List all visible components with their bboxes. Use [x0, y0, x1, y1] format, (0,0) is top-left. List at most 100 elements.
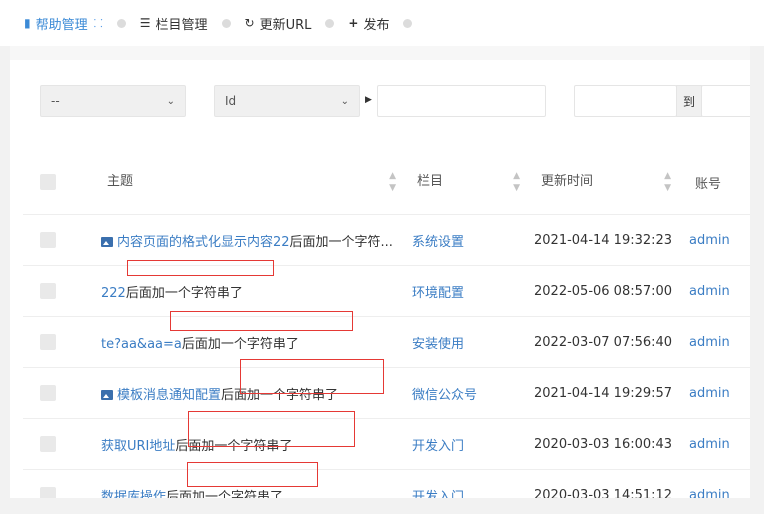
table-row: 获取URI地址后面加一个字符串了 开发入门 2020-03-03 16:00:43 a…: [23, 418, 750, 470]
article-title-link[interactable]: 获取URI地址: [101, 439, 175, 454]
refresh-icon: ↻: [244, 16, 255, 30]
table-row: te?aa&aa=a后面加一个字符串了 安装使用 2022-03-07 07:56:…: [23, 316, 750, 368]
row-category-cell: 安装使用: [410, 316, 534, 368]
category-link[interactable]: 微信公众号: [412, 388, 477, 403]
account-link[interactable]: admin: [689, 284, 730, 299]
nav-help-management[interactable]: ▮ 帮助管理 ⸬: [24, 14, 103, 33]
panel-header: [10, 46, 750, 60]
range-to-input[interactable]: [701, 85, 750, 117]
row-account-cell: admin: [685, 316, 750, 368]
select-all-checkbox[interactable]: [40, 174, 56, 190]
top-nav: ▮ 帮助管理 ⸬ ☰ 栏目管理 ↻ 更新URL + 发布: [0, 0, 764, 46]
table-header-row: 主题 ▲ ▼ 栏目 ▲ ▼ 更新时间 ▲ ▼ 账号: [23, 150, 750, 215]
category-link[interactable]: 安装使用: [412, 337, 464, 352]
table-row: 模板消息通知配置后面加一个字符串了 微信公众号 2021-04-14 19:29:5…: [23, 367, 750, 419]
select-value: Id: [225, 94, 237, 108]
account-link[interactable]: admin: [689, 437, 730, 452]
row-select-cell: [23, 418, 99, 470]
image-icon: [101, 389, 113, 400]
filter-value-input[interactable]: [377, 85, 546, 117]
account-link[interactable]: admin: [689, 233, 730, 248]
article-title-link[interactable]: te?aa&aa=a: [101, 337, 182, 352]
row-select-cell: [23, 469, 99, 498]
nav-label: 栏目管理: [155, 17, 208, 33]
nav-publish[interactable]: + 发布: [348, 14, 389, 33]
header-account[interactable]: 账号: [685, 150, 750, 215]
row-category-cell: 微信公众号: [410, 367, 534, 419]
row-checkbox[interactable]: [40, 334, 56, 350]
select-all-cell: [23, 150, 99, 215]
header-title[interactable]: 主题 ▲ ▼: [99, 150, 410, 215]
updated-time: 2020-03-03 14:51:12: [534, 487, 673, 499]
row-updated-cell: 2020-03-03 16:00:43: [534, 418, 685, 470]
article-table: 主题 ▲ ▼ 栏目 ▲ ▼ 更新时间 ▲ ▼ 账号 内容页面的格式化显示内容22…: [23, 150, 750, 498]
row-account-cell: admin: [685, 367, 750, 419]
category-link[interactable]: 开发入门: [412, 439, 464, 454]
category-link[interactable]: 环境配置: [412, 286, 464, 301]
category-link[interactable]: 系统设置: [412, 235, 464, 250]
image-icon: [101, 236, 113, 247]
row-checkbox[interactable]: [40, 436, 56, 452]
row-checkbox[interactable]: [40, 283, 56, 299]
article-title-link[interactable]: 内容页面的格式化显示内容22: [117, 235, 290, 250]
operator-triangle-icon[interactable]: ▶: [365, 95, 372, 105]
header-label: 更新时间: [541, 174, 594, 189]
article-title-link[interactable]: 数据库操作: [101, 490, 166, 499]
chevron-down-icon: ⌄: [166, 95, 175, 107]
nav-column-management[interactable]: ☰ 栏目管理: [140, 14, 208, 33]
header-category[interactable]: 栏目 ▲ ▼: [410, 150, 534, 215]
row-select-cell: [23, 265, 99, 317]
row-category-cell: 系统设置: [410, 214, 534, 266]
article-title-link[interactable]: 模板消息通知配置: [117, 388, 221, 403]
sort-icon: ▲ ▼: [389, 171, 396, 193]
category-link[interactable]: 开发入门: [412, 490, 464, 499]
updated-time: 2022-03-07 07:56:40: [534, 334, 673, 350]
highlight-box: [170, 311, 353, 331]
row-select-cell: [23, 316, 99, 368]
row-category-cell: 开发入门: [410, 469, 534, 499]
account-link[interactable]: admin: [689, 335, 730, 350]
filter-bar: -- ⌄ Id ⌄ ▶ 到: [23, 60, 750, 150]
updated-time: 2021-04-14 19:29:57: [534, 385, 673, 401]
chevron-down-icon: ⌄: [340, 95, 349, 107]
row-select-cell: [23, 367, 99, 419]
double-chevron-down-icon: ⸬: [93, 16, 103, 30]
row-account-cell: admin: [685, 469, 750, 499]
row-checkbox[interactable]: [40, 385, 56, 401]
content-panel: -- ⌄ Id ⌄ ▶ 到 主题 ▲ ▼ 栏目 ▲ ▼ 更新时间 ▲ ▼ 账号 …: [10, 46, 750, 498]
separator-dot: [403, 18, 413, 28]
highlight-box: [127, 260, 274, 276]
nav-update-url[interactable]: ↻ 更新URL: [245, 14, 312, 33]
row-checkbox[interactable]: [40, 487, 56, 498]
updated-time: 2022-05-06 08:57:00: [534, 283, 673, 299]
account-link[interactable]: admin: [689, 488, 730, 499]
header-label: 主题: [107, 174, 134, 189]
list-icon: ☰: [139, 16, 151, 30]
row-account-cell: admin: [685, 265, 750, 317]
title-suffix: 后面加一个字符串了: [125, 285, 243, 301]
header-label: 栏目: [417, 174, 444, 189]
filter-select-1[interactable]: -- ⌄: [40, 85, 186, 117]
row-checkbox[interactable]: [40, 232, 56, 248]
row-title-cell: 内容页面的格式化显示内容22后面加一个字符...: [99, 214, 410, 266]
nav-label: 更新URL: [259, 17, 312, 33]
separator-dot: [325, 18, 335, 28]
account-link[interactable]: admin: [689, 386, 730, 401]
sort-icon: ▲ ▼: [513, 171, 520, 193]
range-to-label: 到: [676, 85, 702, 117]
row-updated-cell: 2021-04-14 19:32:23: [534, 214, 685, 266]
title-suffix: 后面加一个字符串了: [181, 336, 299, 352]
range-from-input[interactable]: [574, 85, 677, 117]
row-updated-cell: 2020-03-03 14:51:12: [534, 469, 685, 499]
article-title-link[interactable]: 222: [101, 286, 126, 301]
separator-dot: [221, 18, 231, 28]
table-row: 数据库操作后面加一个字符串了 开发入门 2020-03-03 14:51:12 adm…: [23, 469, 750, 499]
row-account-cell: admin: [685, 214, 750, 266]
title-suffix: 后面加一个字符...: [289, 234, 393, 250]
updated-time: 2021-04-14 19:32:23: [534, 232, 673, 248]
row-updated-cell: 2022-05-06 08:57:00: [534, 265, 685, 317]
row-category-cell: 环境配置: [410, 265, 534, 317]
highlight-box: [240, 359, 384, 394]
filter-field-select[interactable]: Id ⌄: [214, 85, 360, 117]
header-updated[interactable]: 更新时间 ▲ ▼: [534, 150, 685, 215]
